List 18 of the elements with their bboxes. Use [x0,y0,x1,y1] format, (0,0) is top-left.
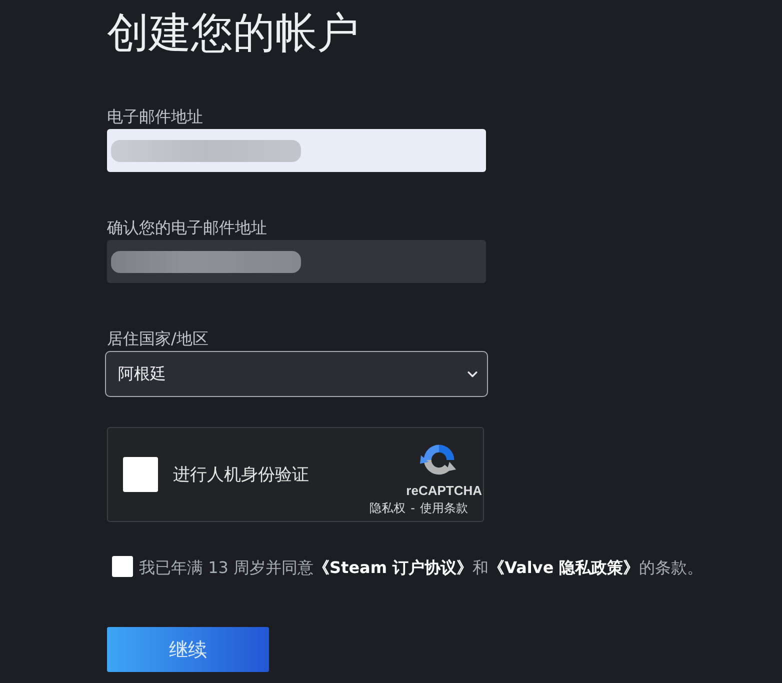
captcha-link[interactable]: 隐私权 [370,499,406,517]
captcha-brand: reCAPTCHA [406,483,482,499]
agreement-checkbox[interactable] [112,556,133,577]
agreement-text: 我已年满 13 周岁并同意《Steam 订户协议》和《Valve 隐私政策》的条款。 [139,557,704,579]
page-title: 创建您的帐户 [107,8,359,58]
captcha-checkbox[interactable] [123,457,158,492]
input-field[interactable] [107,240,486,283]
field-label: 电子邮件地址 [107,106,203,128]
field-label: 居住国家/地区 [107,328,208,350]
separator-text: - [410,500,415,517]
country-select[interactable]: 阿根廷 [105,351,488,397]
captcha-label: 进行人机身份验证 [173,464,309,486]
chevron-down-icon [467,370,478,378]
field-label: 确认您的电子邮件地址 [107,217,267,239]
agreement-link[interactable]: 《Valve 隐私政策》 [488,558,640,577]
agreement-link[interactable]: 《Steam 订户协议》 [314,558,473,577]
input-field[interactable] [107,129,486,172]
captcha-link[interactable]: 使用条款 [420,499,468,517]
